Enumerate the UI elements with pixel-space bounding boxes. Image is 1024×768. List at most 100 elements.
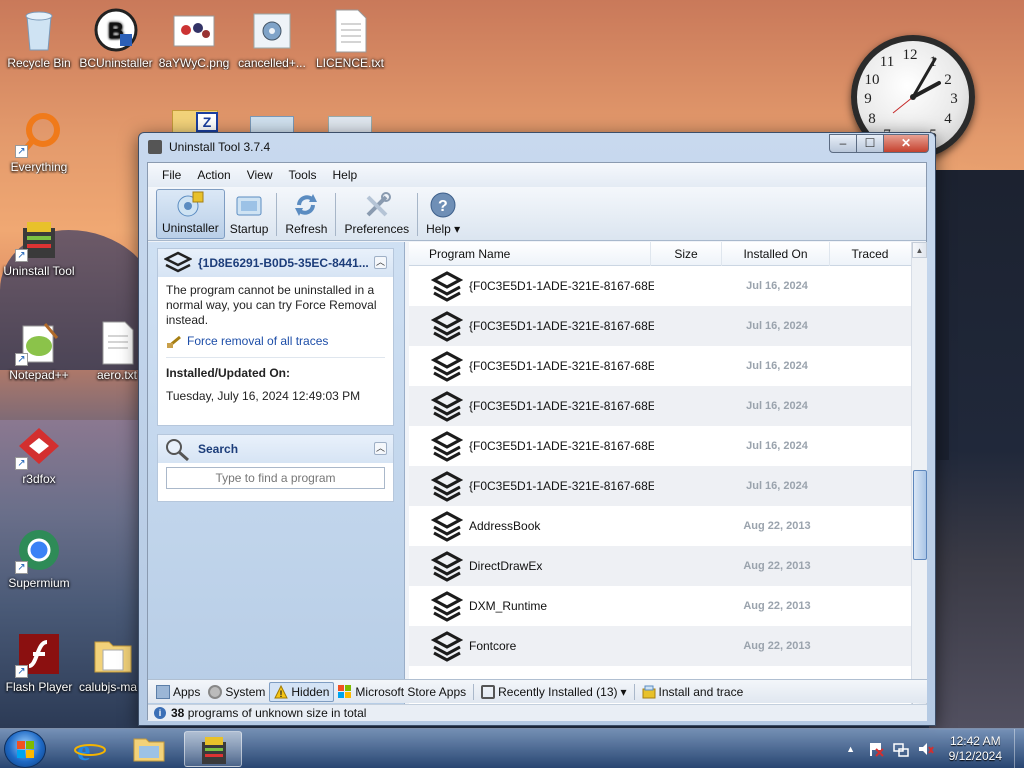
desktop-icon-bcuninstaller[interactable]: B BCUninstaller <box>77 6 155 70</box>
title-bar[interactable]: Uninstall Tool 3.7.4 ‒ ☐ ✕ <box>139 133 935 161</box>
desktop-icon-png[interactable]: 8aYWyC.png <box>155 6 233 70</box>
collapse-details-button[interactable]: ︿ <box>374 256 387 269</box>
start-button[interactable] <box>4 730 46 768</box>
desktop-icon-label: LICENCE.txt <box>315 56 384 70</box>
menu-tools[interactable]: Tools <box>281 168 325 182</box>
image-file-icon <box>170 6 218 54</box>
uninstall-message: The program cannot be uninstalled in a n… <box>166 283 377 327</box>
column-program-name[interactable]: Program Name <box>409 241 651 266</box>
action-center-flag-icon[interactable] <box>868 741 884 757</box>
desktop-icon-recycle-bin[interactable]: Recycle Bin <box>0 6 78 70</box>
show-desktop-button[interactable] <box>1014 729 1024 768</box>
uninstall-tool-window[interactable]: Uninstall Tool 3.7.4 ‒ ☐ ✕ File Action V… <box>138 132 936 726</box>
taskbar-internet-explorer[interactable]: e <box>63 731 117 767</box>
install-and-trace-button[interactable]: Install and trace <box>638 682 748 702</box>
svg-text:?: ? <box>438 198 448 215</box>
taskbar-file-explorer[interactable] <box>122 731 176 767</box>
desktop-icon-uninstall-tool[interactable]: ↗ Uninstall Tool <box>0 214 78 278</box>
desktop-icon-r3dfox[interactable]: ↗ r3dfox <box>0 422 78 486</box>
desktop-icon-notepadpp[interactable]: ↗ Notepad++ <box>0 318 78 382</box>
table-row[interactable]: {F0C3E5D1-1ADE-321E-8167-68E... Jul 16, 2… <box>409 266 927 306</box>
program-installed-date: Jul 16, 2024 <box>746 480 808 492</box>
window-client: File Action View Tools Help Uninstaller … <box>147 162 927 721</box>
app-icon <box>148 140 162 154</box>
apps-icon <box>156 684 170 699</box>
program-name: {F0C3E5D1-1ADE-321E-8167-68E... <box>469 399 654 413</box>
uninstaller-button[interactable]: Uninstaller <box>156 189 225 239</box>
network-icon[interactable] <box>892 741 909 757</box>
filter-hidden[interactable]: ! Hidden <box>269 681 335 702</box>
gear-icon <box>208 684 223 699</box>
menu-action[interactable]: Action <box>189 168 238 182</box>
program-name: {F0C3E5D1-1ADE-321E-8167-68E... <box>469 479 654 493</box>
filter-apps[interactable]: Apps <box>152 682 204 702</box>
left-pane: {1D8E6291-B0D5-35EC-8441... ︿ The progra… <box>148 242 405 708</box>
show-hidden-icons-arrow[interactable]: ▲ <box>843 741 859 757</box>
table-row[interactable]: {F0C3E5D1-1ADE-321E-8167-68E... Jul 16, 2… <box>409 306 927 346</box>
refresh-button[interactable]: Refresh <box>280 189 332 239</box>
menu-bar: File Action View Tools Help <box>148 163 926 187</box>
menu-view[interactable]: View <box>239 168 281 182</box>
table-row[interactable]: {F0C3E5D1-1ADE-321E-8167-68E... Jul 16, 2… <box>409 386 927 426</box>
help-button[interactable]: ? Help ▾ <box>421 189 465 239</box>
r3dfox-icon: ↗ <box>15 422 63 470</box>
filter-recent-label: Recently Installed (13) <box>498 684 618 699</box>
filter-store-apps[interactable]: Microsoft Store Apps <box>334 682 470 702</box>
box-icon <box>481 684 496 699</box>
startup-button[interactable]: Startup <box>225 189 274 239</box>
volume-muted-icon[interactable] <box>918 741 934 757</box>
table-row[interactable]: AddressBook Aug 22, 2013 <box>409 506 927 546</box>
force-removal-link[interactable]: Force removal of all traces <box>166 334 385 349</box>
vertical-scrollbar[interactable]: ▲ ▼ <box>911 242 927 708</box>
table-row[interactable]: DXM_Runtime Aug 22, 2013 <box>409 586 927 626</box>
box-icon <box>164 251 192 273</box>
search-input[interactable]: Type to find a program <box>166 467 385 489</box>
clock-time: 12:42 AM <box>949 734 1001 748</box>
status-text: programs of unknown size in total <box>187 706 367 720</box>
taskbar-clock[interactable]: 12:42 AM 9/12/2024 <box>949 734 1002 764</box>
table-row[interactable]: {F0C3E5D1-1ADE-321E-8167-68E... Jul 16, 2… <box>409 346 927 386</box>
table-row[interactable]: {F0C3E5D1-1ADE-321E-8167-68E... Jul 16, 2… <box>409 426 927 466</box>
filter-system[interactable]: System <box>204 682 269 702</box>
maximize-button[interactable]: ☐ <box>856 134 884 153</box>
text-file-icon <box>326 6 374 54</box>
close-button[interactable]: ✕ <box>883 134 929 153</box>
filter-recently-installed[interactable]: Recently Installed (13) ▾ <box>477 682 630 702</box>
column-installed-on[interactable]: Installed On <box>722 241 830 266</box>
taskbar-uninstall-tool[interactable] <box>184 731 242 767</box>
recycle-bin-icon <box>15 6 63 54</box>
list-header: Program Name Size Installed On Traced <box>409 241 927 266</box>
everything-icon: ↗ <box>15 110 63 158</box>
minimize-button[interactable]: ‒ <box>829 134 857 153</box>
program-installed-date: Jul 16, 2024 <box>746 440 808 452</box>
desktop-icon-everything[interactable]: ↗ Everything <box>0 110 78 174</box>
program-list[interactable]: Program Name Size Installed On Traced {F… <box>409 241 927 708</box>
box-icon <box>431 311 463 342</box>
column-traced[interactable]: Traced <box>830 242 910 266</box>
program-name: {F0C3E5D1-1ADE-321E-8167-68E... <box>469 439 654 453</box>
menu-file[interactable]: File <box>154 168 189 182</box>
table-row[interactable]: DirectDrawEx Aug 22, 2013 <box>409 546 927 586</box>
scrollbar-thumb[interactable] <box>913 470 927 560</box>
scroll-up-arrow-icon[interactable]: ▲ <box>912 242 927 258</box>
desktop-icon-cancelled[interactable]: cancelled+... <box>233 6 311 70</box>
wallpaper-trees <box>899 170 1024 730</box>
menu-help[interactable]: Help <box>325 168 366 182</box>
divider <box>166 357 385 358</box>
desktop-icon-flash-player[interactable]: ↗ Flash Player <box>0 630 78 694</box>
shortcut-arrow-icon: ↗ <box>15 665 28 678</box>
desktop-icon-label: 8aYWyC.png <box>158 56 230 70</box>
collapse-search-button[interactable]: ︿ <box>374 442 387 455</box>
column-size[interactable]: Size <box>651 241 722 266</box>
toolbar-separator <box>335 193 337 236</box>
table-row[interactable]: {F0C3E5D1-1ADE-321E-8167-68E... Jul 16, 2… <box>409 466 927 506</box>
table-row[interactable]: Fontcore Aug 22, 2013 <box>409 626 927 666</box>
uninstall-tool-icon: ↗ <box>15 214 63 262</box>
force-removal-link-text[interactable]: Force removal of all traces <box>187 334 328 349</box>
shortcut-arrow-icon: ↗ <box>15 249 28 262</box>
preferences-button[interactable]: Preferences <box>339 189 414 239</box>
desktop-icon-supermium[interactable]: ↗ Supermium <box>0 526 78 590</box>
filter-separator <box>473 683 475 700</box>
desktop-icon-licence[interactable]: LICENCE.txt <box>311 6 389 70</box>
clock-date: 9/12/2024 <box>948 749 1002 763</box>
